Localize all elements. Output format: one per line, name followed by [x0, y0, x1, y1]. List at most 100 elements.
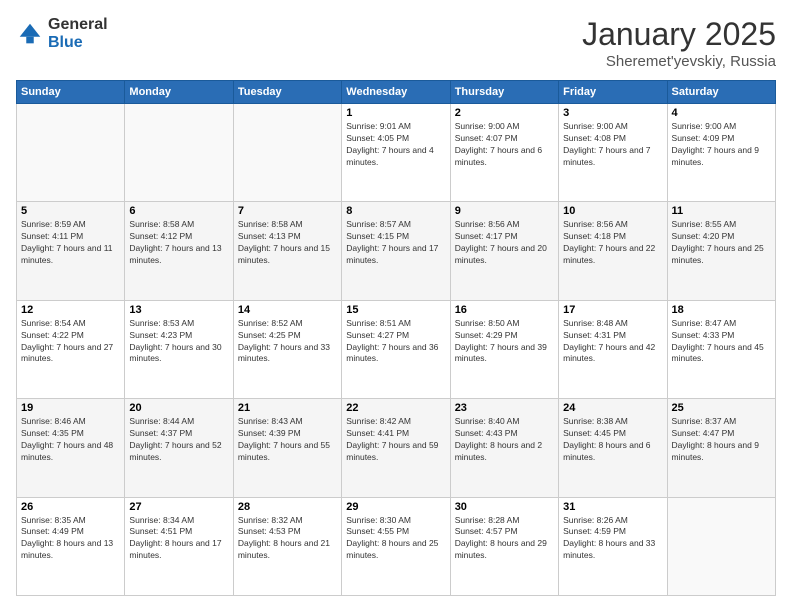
weekday-header: Monday	[125, 81, 233, 104]
day-info: Sunrise: 8:28 AMSunset: 4:57 PMDaylight:…	[455, 515, 554, 563]
day-info: Sunrise: 8:58 AMSunset: 4:13 PMDaylight:…	[238, 219, 337, 267]
calendar-day-cell: 24 Sunrise: 8:38 AMSunset: 4:45 PMDayligh…	[559, 399, 667, 497]
day-info: Sunrise: 8:43 AMSunset: 4:39 PMDaylight:…	[238, 416, 337, 464]
calendar-day-cell: 2 Sunrise: 9:00 AMSunset: 4:07 PMDaylight…	[450, 104, 558, 202]
calendar-day-cell: 3 Sunrise: 9:00 AMSunset: 4:08 PMDaylight…	[559, 104, 667, 202]
calendar-day-cell: 19Sunrise: 8:46 AMSunset: 4:35 PMDayligh…	[17, 399, 125, 497]
logo: General Blue	[16, 16, 108, 51]
logo-general: General	[48, 16, 108, 34]
weekday-header: Sunday	[17, 81, 125, 104]
calendar-day-cell: 26 Sunrise: 8:35 AMSunset: 4:49 PMDayligh…	[17, 497, 125, 595]
day-info: Sunrise: 8:57 AMSunset: 4:15 PMDaylight:…	[346, 219, 445, 267]
day-info: Sunrise: 8:50 AMSunset: 4:29 PMDaylight:…	[455, 318, 554, 366]
calendar-day-cell: 4Sunrise: 9:00 AMSunset: 4:09 PMDaylight…	[667, 104, 775, 202]
weekday-header: Wednesday	[342, 81, 450, 104]
calendar-day-cell: 30Sunrise: 8:28 AMSunset: 4:57 PMDayligh…	[450, 497, 558, 595]
day-info: Sunrise: 8:51 AMSunset: 4:27 PMDaylight:…	[346, 318, 445, 366]
day-info: Sunrise: 8:44 AMSunset: 4:37 PMDaylight:…	[129, 416, 228, 464]
day-number: 16	[455, 304, 554, 316]
logo-blue: Blue	[48, 34, 108, 52]
day-number: 28	[238, 501, 337, 513]
calendar: SundayMondayTuesdayWednesdayThursdayFrid…	[16, 80, 776, 596]
day-info: Sunrise: 8:56 AMSunset: 4:18 PMDaylight:…	[563, 219, 662, 267]
day-number: 27	[129, 501, 228, 513]
day-info: Sunrise: 8:58 AMSunset: 4:12 PMDaylight:…	[129, 219, 228, 267]
calendar-day-cell: 21Sunrise: 8:43 AMSunset: 4:39 PMDayligh…	[233, 399, 341, 497]
day-number: 3	[563, 107, 662, 119]
calendar-day-cell: 8 Sunrise: 8:57 AMSunset: 4:15 PMDaylight…	[342, 202, 450, 300]
weekday-header-row: SundayMondayTuesdayWednesdayThursdayFrid…	[17, 81, 776, 104]
day-number: 6	[129, 205, 228, 217]
calendar-week-row: 12 Sunrise: 8:54 AMSunset: 4:22 PMDayligh…	[17, 300, 776, 398]
day-number: 11	[672, 205, 771, 217]
day-number: 7	[238, 205, 337, 217]
weekday-header: Friday	[559, 81, 667, 104]
day-info: Sunrise: 9:01 AMSunset: 4:05 PMDaylight:…	[346, 121, 445, 169]
day-number: 25	[672, 402, 771, 414]
calendar-day-cell: 18Sunrise: 8:47 AMSunset: 4:33 PMDayligh…	[667, 300, 775, 398]
calendar-day-cell: 13Sunrise: 8:53 AMSunset: 4:23 PMDayligh…	[125, 300, 233, 398]
logo-text: General Blue	[48, 16, 108, 51]
day-number: 2	[455, 107, 554, 119]
day-number: 9	[455, 205, 554, 217]
day-info: Sunrise: 8:54 AMSunset: 4:22 PMDaylight:…	[21, 318, 120, 366]
calendar-week-row: 5 Sunrise: 8:59 AMSunset: 4:11 PMDaylight…	[17, 202, 776, 300]
calendar-day-cell: 5 Sunrise: 8:59 AMSunset: 4:11 PMDaylight…	[17, 202, 125, 300]
day-number: 4	[672, 107, 771, 119]
calendar-day-cell: 28Sunrise: 8:32 AMSunset: 4:53 PMDayligh…	[233, 497, 341, 595]
day-number: 10	[563, 205, 662, 217]
day-info: Sunrise: 8:37 AMSunset: 4:47 PMDaylight:…	[672, 416, 771, 464]
logo-icon	[16, 20, 44, 48]
day-info: Sunrise: 9:00 AMSunset: 4:08 PMDaylight:…	[563, 121, 662, 169]
day-number: 24	[563, 402, 662, 414]
calendar-day-cell	[17, 104, 125, 202]
day-info: Sunrise: 8:26 AMSunset: 4:59 PMDaylight:…	[563, 515, 662, 563]
day-info: Sunrise: 8:30 AMSunset: 4:55 PMDaylight:…	[346, 515, 445, 563]
calendar-day-cell: 17 Sunrise: 8:48 AMSunset: 4:31 PMDayligh…	[559, 300, 667, 398]
day-info: Sunrise: 8:40 AMSunset: 4:43 PMDaylight:…	[455, 416, 554, 464]
page: General Blue January 2025 Sheremet'yevsk…	[0, 0, 792, 612]
location: Sheremet'yevskiy, Russia	[582, 53, 776, 70]
calendar-day-cell: 1 Sunrise: 9:01 AMSunset: 4:05 PMDaylight…	[342, 104, 450, 202]
calendar-day-cell	[233, 104, 341, 202]
calendar-day-cell	[667, 497, 775, 595]
title-block: January 2025 Sheremet'yevskiy, Russia	[582, 16, 776, 70]
day-number: 20	[129, 402, 228, 414]
day-info: Sunrise: 8:47 AMSunset: 4:33 PMDaylight:…	[672, 318, 771, 366]
day-number: 15	[346, 304, 445, 316]
day-number: 5	[21, 205, 120, 217]
calendar-day-cell: 11 Sunrise: 8:55 AMSunset: 4:20 PMDayligh…	[667, 202, 775, 300]
calendar-day-cell: 7 Sunrise: 8:58 AMSunset: 4:13 PMDaylight…	[233, 202, 341, 300]
calendar-week-row: 26 Sunrise: 8:35 AMSunset: 4:49 PMDayligh…	[17, 497, 776, 595]
calendar-day-cell: 27 Sunrise: 8:34 AMSunset: 4:51 PMDayligh…	[125, 497, 233, 595]
day-info: Sunrise: 8:59 AMSunset: 4:11 PMDaylight:…	[21, 219, 120, 267]
day-info: Sunrise: 8:48 AMSunset: 4:31 PMDaylight:…	[563, 318, 662, 366]
calendar-day-cell: 31 Sunrise: 8:26 AMSunset: 4:59 PMDayligh…	[559, 497, 667, 595]
calendar-day-cell: 29 Sunrise: 8:30 AMSunset: 4:55 PMDayligh…	[342, 497, 450, 595]
calendar-day-cell: 23 Sunrise: 8:40 AMSunset: 4:43 PMDayligh…	[450, 399, 558, 497]
day-number: 12	[21, 304, 120, 316]
calendar-week-row: 19Sunrise: 8:46 AMSunset: 4:35 PMDayligh…	[17, 399, 776, 497]
day-info: Sunrise: 8:56 AMSunset: 4:17 PMDaylight:…	[455, 219, 554, 267]
day-number: 19	[21, 402, 120, 414]
day-info: Sunrise: 8:34 AMSunset: 4:51 PMDaylight:…	[129, 515, 228, 563]
day-info: Sunrise: 8:53 AMSunset: 4:23 PMDaylight:…	[129, 318, 228, 366]
day-info: Sunrise: 8:38 AMSunset: 4:45 PMDaylight:…	[563, 416, 662, 464]
day-number: 26	[21, 501, 120, 513]
calendar-day-cell: 12 Sunrise: 8:54 AMSunset: 4:22 PMDayligh…	[17, 300, 125, 398]
calendar-day-cell: 14Sunrise: 8:52 AMSunset: 4:25 PMDayligh…	[233, 300, 341, 398]
calendar-day-cell: 22Sunrise: 8:42 AMSunset: 4:41 PMDayligh…	[342, 399, 450, 497]
weekday-header: Saturday	[667, 81, 775, 104]
calendar-day-cell: 16 Sunrise: 8:50 AMSunset: 4:29 PMDayligh…	[450, 300, 558, 398]
day-info: Sunrise: 8:55 AMSunset: 4:20 PMDaylight:…	[672, 219, 771, 267]
day-number: 8	[346, 205, 445, 217]
calendar-week-row: 1 Sunrise: 9:01 AMSunset: 4:05 PMDaylight…	[17, 104, 776, 202]
day-number: 1	[346, 107, 445, 119]
day-info: Sunrise: 8:35 AMSunset: 4:49 PMDaylight:…	[21, 515, 120, 563]
day-number: 29	[346, 501, 445, 513]
day-number: 23	[455, 402, 554, 414]
day-number: 17	[563, 304, 662, 316]
day-info: Sunrise: 9:00 AMSunset: 4:07 PMDaylight:…	[455, 121, 554, 169]
day-number: 31	[563, 501, 662, 513]
day-info: Sunrise: 8:52 AMSunset: 4:25 PMDaylight:…	[238, 318, 337, 366]
